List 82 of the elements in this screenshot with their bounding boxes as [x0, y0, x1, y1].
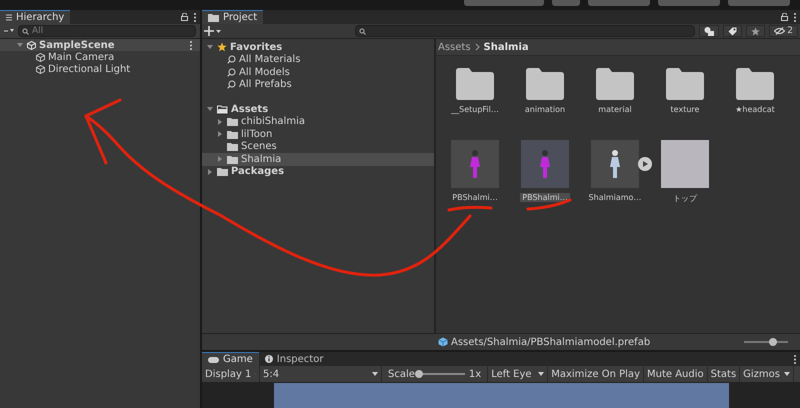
cube-icon: [36, 52, 45, 62]
scale-label: Scale: [388, 368, 415, 380]
gamepad-icon: [208, 356, 219, 362]
chevron-icon: [474, 43, 480, 51]
folder-icon: [227, 130, 238, 139]
tree-item[interactable]: All Materials: [202, 54, 434, 66]
tree-item[interactable]: Packages: [202, 166, 434, 178]
search-field[interactable]: All: [18, 25, 196, 37]
underline-mark: [526, 198, 572, 210]
tree-item[interactable]: Scenes: [202, 140, 434, 153]
search-icon: [359, 28, 366, 35]
folder-icon: [227, 154, 238, 164]
hierarchy-item[interactable]: Directional Light: [48, 64, 130, 74]
game-tab[interactable]: Game: [202, 352, 259, 366]
menu-icon[interactable]: [6, 14, 12, 21]
project-tab[interactable]: Project: [202, 10, 264, 24]
tree-item[interactable]: Assets: [202, 103, 434, 116]
expanded-arrow-icon[interactable]: [206, 43, 214, 52]
folder-icon[interactable]: [456, 68, 494, 100]
asset-label[interactable]: Shalmiamo…: [586, 193, 644, 202]
hierarchy-tab[interactable]: Hierarchy: [0, 10, 70, 24]
tag-icon: [728, 26, 738, 36]
asset-label[interactable]: PBShalmi…: [520, 193, 570, 202]
tree-item[interactable]: All Prefabs: [202, 78, 434, 91]
scale-value: 1x: [468, 368, 482, 380]
underline-mark: [448, 206, 492, 212]
tree-item[interactable]: Shalmia: [202, 153, 434, 166]
asset-label[interactable]: texture: [668, 105, 702, 114]
add-dropdown-icon[interactable]: [204, 26, 222, 36]
hierarchy-item[interactable]: Main Camera: [48, 52, 114, 62]
asset-label[interactable]: トップ: [671, 193, 699, 204]
expanded-arrow-icon[interactable]: [16, 41, 24, 49]
asset-label[interactable]: __SetupFil…: [449, 105, 501, 114]
search-icon: [227, 80, 236, 90]
model-thumbnail[interactable]: [521, 140, 569, 188]
create-dropdown-icon[interactable]: [4, 28, 14, 34]
tree-item[interactable]: Favorites: [202, 41, 434, 54]
breadcrumb-item[interactable]: Shalmia: [484, 42, 529, 52]
asset-label[interactable]: PBShalmi…: [450, 193, 500, 202]
scene-icon: [27, 40, 36, 50]
shapes-icon: [704, 26, 714, 36]
favorite-button[interactable]: [746, 25, 766, 37]
search-icon: [227, 55, 236, 64]
expanded-arrow-icon[interactable]: [206, 105, 214, 114]
filter-type-button[interactable]: [699, 25, 720, 37]
tree-item[interactable]: All Models: [202, 66, 434, 78]
model-thumbnail[interactable]: [451, 140, 499, 188]
asset-label[interactable]: ★headcat: [733, 105, 777, 114]
search-field[interactable]: [355, 25, 696, 37]
play-button-icon[interactable]: [638, 157, 652, 171]
breadcrumb-item[interactable]: Assets: [438, 42, 471, 52]
star-icon: [751, 26, 760, 36]
lock-icon[interactable]: [181, 13, 188, 21]
figure-icon: [539, 149, 551, 179]
figure-icon: [609, 149, 621, 179]
search-icon: [22, 28, 29, 35]
folder-icon[interactable]: [736, 68, 774, 100]
filter-label-button[interactable]: [723, 25, 742, 37]
eye-slash-icon: [774, 27, 786, 35]
slider-thumb[interactable]: [414, 370, 423, 378]
asset-label[interactable]: material: [596, 105, 634, 114]
asset-path: Assets/Shalmia/PBShalmiamodel.prefab: [451, 336, 652, 348]
lock-icon[interactable]: [781, 13, 788, 21]
open-folder-icon: [217, 104, 228, 114]
tree-item[interactable]: lilToon: [202, 128, 434, 140]
folder-icon[interactable]: [596, 68, 634, 100]
folder-icon: [227, 117, 238, 126]
asset-label[interactable]: animation: [522, 105, 568, 114]
figure-icon: [469, 149, 481, 179]
folder-icon[interactable]: [666, 68, 704, 100]
cube-icon: [438, 337, 448, 347]
model-thumbnail[interactable]: [591, 140, 639, 188]
slider-thumb[interactable]: [768, 338, 777, 346]
hidden-packages-button[interactable]: 2: [769, 25, 798, 37]
tree-item[interactable]: chibiShalmia: [202, 116, 434, 128]
star-icon: [217, 42, 227, 52]
search-icon: [227, 68, 236, 77]
folder-icon: [208, 13, 219, 22]
folder-icon[interactable]: [526, 68, 564, 100]
image-thumbnail[interactable]: [661, 140, 709, 188]
info-icon: [264, 355, 273, 363]
cube-icon: [36, 64, 45, 74]
